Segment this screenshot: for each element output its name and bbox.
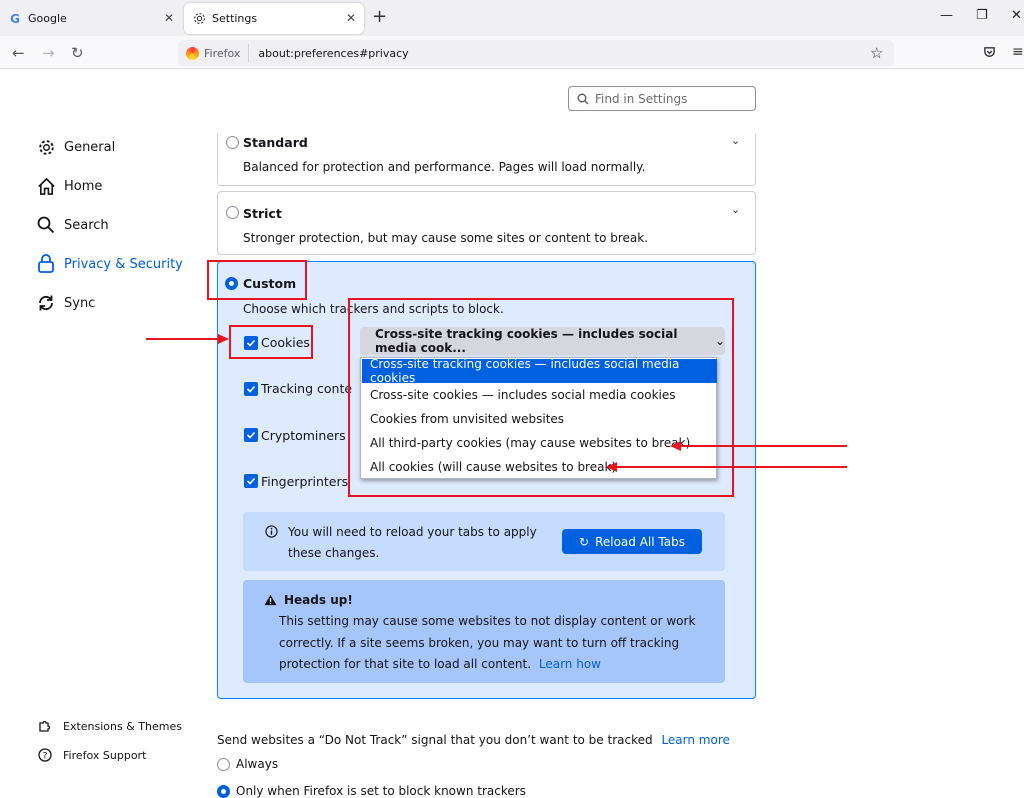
url-bar[interactable]: Firefox about:preferences#privacy (178, 40, 894, 66)
menu-icon[interactable]: ≡ (1012, 44, 1024, 60)
tab-google[interactable]: G Google ✕ (0, 3, 182, 34)
sidebar-item-label: Privacy & Security (64, 256, 183, 272)
home-icon (36, 176, 56, 196)
dnt-always-radio[interactable] (217, 757, 230, 771)
reload-notice-text: You will need to reload your tabs to app… (288, 525, 537, 560)
search-icon (36, 215, 56, 235)
sidebar-item-label: Sync (64, 295, 96, 311)
restore-icon[interactable]: ❐ (976, 8, 988, 23)
dnt-only-when-option[interactable]: Only when Firefox is set to block known … (217, 784, 526, 798)
sync-icon (36, 293, 56, 313)
strict-description: Stronger protection, but may cause some … (243, 231, 649, 245)
annotation-arrow-third-party (670, 440, 848, 452)
firefox-icon (186, 46, 199, 60)
standard-radio[interactable] (226, 136, 239, 149)
sidebar-item-sync[interactable]: Sync (36, 293, 95, 313)
heads-up-title: Heads up! (284, 593, 353, 607)
check-icon (246, 477, 256, 485)
fingerprinters-checkbox[interactable] (244, 474, 258, 488)
sidebar-item-home[interactable]: Home (36, 176, 102, 196)
annotation-arrow-cookies (146, 333, 230, 345)
minimize-icon[interactable]: — (940, 8, 953, 23)
heads-up-body: This setting may cause some websites to … (279, 611, 719, 676)
back-icon[interactable]: ← (12, 44, 25, 62)
reload-button-label: Reload All Tabs (595, 534, 685, 549)
tab-settings[interactable]: Settings ✕ (184, 3, 364, 34)
info-icon (265, 525, 278, 538)
check-icon (246, 385, 256, 393)
sidebar-item-label: General (64, 139, 116, 155)
close-tab-icon[interactable]: ✕ (346, 11, 356, 25)
do-not-track-label: Send websites a “Do Not Track” signal th… (217, 733, 653, 747)
find-placeholder: Find in Settings (595, 91, 688, 106)
url-text[interactable]: about:preferences#privacy (249, 47, 408, 60)
strict-radio[interactable] (226, 206, 239, 219)
annotation-arrow-all-cookies (606, 461, 848, 473)
sidebar-item-label: Home (64, 178, 103, 194)
heads-up-text: This setting may cause some websites to … (279, 614, 696, 671)
strict-label: Strict (243, 206, 282, 221)
warning-icon (264, 594, 277, 606)
identity-label: Firefox (204, 46, 241, 60)
dnt-option-label: Always (236, 757, 279, 771)
sidebar-item-general[interactable]: General (36, 137, 115, 157)
sidebar-item-search[interactable]: Search (36, 215, 109, 235)
new-tab-icon[interactable]: + (372, 8, 387, 26)
svg-text:?: ? (43, 752, 48, 762)
annotation-box-cookies (229, 325, 313, 359)
learn-more-link[interactable]: Learn more (661, 733, 729, 747)
close-window-icon[interactable]: ✕ (1011, 8, 1022, 23)
google-icon: G (10, 11, 20, 26)
tracking-content-label: Tracking content (261, 381, 353, 396)
close-tab-icon[interactable]: ✕ (164, 11, 174, 25)
tab-title: Settings (212, 12, 258, 25)
sidebar-footer-label: Extensions & Themes (63, 719, 182, 733)
find-in-settings-input[interactable]: Find in Settings (568, 86, 756, 111)
annotation-box-custom (207, 260, 307, 300)
dnt-only-when-radio[interactable] (217, 784, 230, 798)
standard-description: Balanced for protection and performance.… (243, 160, 646, 174)
gear-icon (36, 137, 56, 157)
help-icon: ? (38, 748, 54, 762)
strict-option-card[interactable] (217, 191, 756, 255)
dnt-always-option[interactable]: Always (217, 757, 278, 771)
forward-icon[interactable]: → (42, 44, 55, 62)
chevron-down-icon[interactable]: ⌄ (731, 203, 740, 216)
pocket-icon[interactable] (983, 46, 996, 59)
do-not-track-row: Send websites a “Do Not Track” signal th… (217, 733, 730, 747)
cryptominers-label: Cryptominers (261, 428, 346, 443)
reload-icon[interactable]: ↻ (71, 44, 84, 62)
sidebar-extensions-themes[interactable]: Extensions & Themes (38, 719, 182, 733)
chevron-down-icon[interactable]: ⌄ (731, 134, 740, 147)
dnt-option-label: Only when Firefox is set to block known … (236, 784, 526, 798)
reload-icon: ↻ (579, 534, 590, 549)
cryptominers-checkbox[interactable] (244, 428, 258, 442)
fingerprinters-label: Fingerprinters (261, 474, 349, 489)
bookmark-star-icon[interactable]: ☆ (870, 44, 883, 62)
sidebar-firefox-support[interactable]: ? Firefox Support (38, 748, 146, 762)
lock-icon (36, 254, 56, 274)
sidebar-footer-label: Firefox Support (63, 748, 147, 762)
search-icon (577, 93, 589, 105)
check-icon (246, 431, 256, 439)
sidebar-item-privacy-security[interactable]: Privacy & Security (36, 254, 183, 274)
tab-title: Google (28, 12, 67, 25)
identity-box[interactable]: Firefox (178, 44, 250, 62)
reload-all-tabs-button[interactable]: ↻ Reload All Tabs (562, 529, 702, 554)
gear-icon (192, 12, 206, 26)
tracking-content-checkbox[interactable] (244, 382, 258, 396)
standard-label: Standard (243, 135, 308, 150)
learn-how-link[interactable]: Learn how (539, 657, 601, 671)
sidebar-item-label: Search (64, 217, 109, 233)
puzzle-icon (38, 719, 54, 733)
